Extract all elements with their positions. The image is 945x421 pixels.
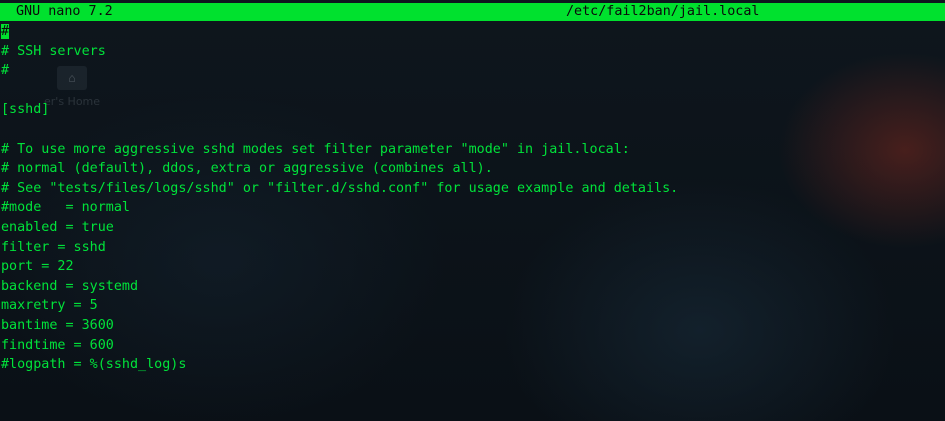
editor-line[interactable]: # xyxy=(0,61,945,81)
editor-line[interactable]: # xyxy=(0,22,945,42)
editor-line[interactable]: filter = sshd xyxy=(0,238,945,258)
editor-line[interactable]: #mode = normal xyxy=(0,198,945,218)
editor-line[interactable]: enabled = true xyxy=(0,218,945,238)
editor-line[interactable]: backend = systemd xyxy=(0,277,945,297)
editor-line[interactable]: findtime = 600 xyxy=(0,336,945,356)
editor-line[interactable]: # SSH servers xyxy=(0,42,945,62)
editor-line[interactable] xyxy=(0,120,945,140)
editor-line[interactable] xyxy=(0,81,945,101)
editor-line[interactable]: # See "tests/files/logs/sshd" or "filter… xyxy=(0,179,945,199)
nano-title-bar: GNU nano 7.2 /etc/fail2ban/jail.local xyxy=(0,3,945,21)
editor-line[interactable]: [sshd] xyxy=(0,100,945,120)
nano-version: GNU nano 7.2 xyxy=(16,4,113,19)
editor-line[interactable]: # To use more aggressive sshd modes set … xyxy=(0,140,945,160)
editor-line[interactable]: #logpath = %(sshd_log)s xyxy=(0,355,945,375)
editor-line[interactable]: bantime = 3600 xyxy=(0,316,945,336)
editor-text-area[interactable]: # # SSH servers # [sshd] # To use more a… xyxy=(0,22,945,375)
editor-line[interactable]: # normal (default), ddos, extra or aggre… xyxy=(0,159,945,179)
editor-line[interactable]: port = 22 xyxy=(0,257,945,277)
editor-line[interactable]: maxretry = 5 xyxy=(0,296,945,316)
text-cursor: # xyxy=(1,24,10,39)
file-path: /etc/fail2ban/jail.local xyxy=(566,4,760,19)
